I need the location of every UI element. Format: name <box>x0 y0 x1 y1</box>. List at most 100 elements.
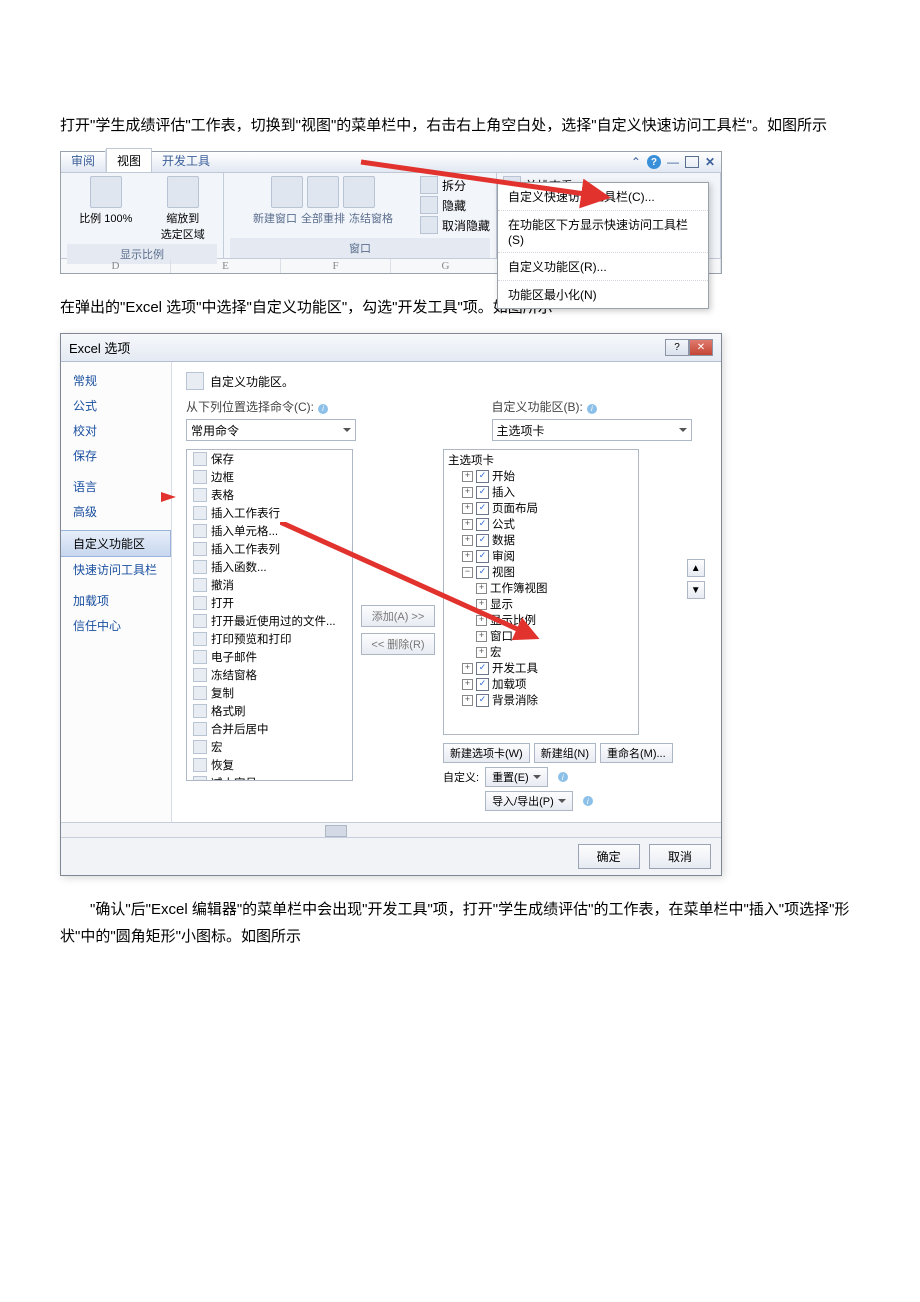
command-list-item[interactable]: 减小字号 <box>187 774 352 781</box>
nav-advanced[interactable]: 高级 <box>61 499 171 524</box>
command-list-item[interactable]: 边框 <box>187 468 352 486</box>
checkbox-bg-remove[interactable]: ✓ <box>476 694 489 707</box>
expand-icon[interactable]: + <box>476 615 487 626</box>
choose-commands-from-select[interactable]: 常用命令 <box>186 419 356 441</box>
expand-icon[interactable]: + <box>476 583 487 594</box>
command-list-item[interactable]: 电子邮件 <box>187 648 352 666</box>
expand-icon[interactable]: + <box>462 695 473 706</box>
window-controls: ⌃ ? — ✕ <box>631 155 715 169</box>
dialog-help-button[interactable]: ? <box>665 339 689 356</box>
command-icon <box>193 614 207 628</box>
tab-view[interactable]: 视图 <box>106 148 152 172</box>
command-list-item[interactable]: 撤消 <box>187 576 352 594</box>
unhide-icon[interactable] <box>420 216 438 234</box>
reset-button[interactable]: 重置(E) <box>485 767 548 787</box>
help-icon[interactable]: ? <box>647 155 661 169</box>
command-icon <box>193 542 207 556</box>
command-icon <box>193 758 207 772</box>
command-list-item[interactable]: 插入工作表行 <box>187 504 352 522</box>
custom-reset-label: 自定义: <box>443 769 479 785</box>
menu-customize-ribbon[interactable]: 自定义功能区(R)... <box>498 253 708 281</box>
expand-icon[interactable]: + <box>462 487 473 498</box>
scrollbar-thumb[interactable] <box>325 825 347 837</box>
zoom-icon[interactable] <box>90 176 122 208</box>
minimize-ribbon-icon[interactable]: ⌃ <box>631 155 641 169</box>
command-list-item[interactable]: 插入单元格... <box>187 522 352 540</box>
expand-icon[interactable]: + <box>476 631 487 642</box>
checkbox-review[interactable]: ✓ <box>476 550 489 563</box>
cancel-button[interactable]: 取消 <box>649 844 711 869</box>
nav-qat[interactable]: 快速访问工具栏 <box>61 557 171 582</box>
nav-customize-ribbon[interactable]: 自定义功能区 <box>61 530 171 557</box>
command-list-item[interactable]: 插入函数... <box>187 558 352 576</box>
add-button[interactable]: 添加(A) >> <box>361 605 435 627</box>
restore-window-icon[interactable] <box>685 156 699 168</box>
menu-minimize-ribbon[interactable]: 功能区最小化(N) <box>498 281 708 308</box>
command-listbox[interactable]: 保存边框表格插入工作表行插入单元格...插入工作表列插入函数...撤消打开打开最… <box>186 449 353 781</box>
expand-icon[interactable]: + <box>462 503 473 514</box>
nav-formulas[interactable]: 公式 <box>61 393 171 418</box>
expand-icon[interactable]: + <box>462 679 473 690</box>
command-list-item[interactable]: 宏 <box>187 738 352 756</box>
command-list-item[interactable]: 打开 <box>187 594 352 612</box>
horizontal-scrollbar[interactable] <box>61 822 721 837</box>
checkbox-insert[interactable]: ✓ <box>476 486 489 499</box>
move-up-button[interactable]: ▲ <box>687 559 705 577</box>
expand-icon[interactable]: + <box>476 647 487 658</box>
command-list-item[interactable]: 格式刷 <box>187 702 352 720</box>
checkbox-developer[interactable]: ✓ <box>476 662 489 675</box>
command-list-item[interactable]: 表格 <box>187 486 352 504</box>
new-tab-button[interactable]: 新建选项卡(W) <box>443 743 530 763</box>
command-list-item[interactable]: 恢复 <box>187 756 352 774</box>
tab-review[interactable]: 审阅 <box>61 149 106 172</box>
close-window-icon[interactable]: ✕ <box>705 155 715 169</box>
instruction-paragraph-2: 在弹出的"Excel 选项"中选择"自定义功能区"，勾选"开发工具"项。如图所示 <box>60 294 860 321</box>
checkbox-data[interactable]: ✓ <box>476 534 489 547</box>
checkbox-page-layout[interactable]: ✓ <box>476 502 489 515</box>
dialog-close-button[interactable]: ✕ <box>689 339 713 356</box>
customize-ribbon-label: 自定义功能区(B):i <box>492 398 708 415</box>
expand-icon[interactable]: + <box>462 471 473 482</box>
tab-developer[interactable]: 开发工具 <box>152 149 220 172</box>
command-list-item[interactable]: 合并后居中 <box>187 720 352 738</box>
collapse-icon[interactable]: − <box>462 567 473 578</box>
checkbox-formulas[interactable]: ✓ <box>476 518 489 531</box>
nav-save[interactable]: 保存 <box>61 443 171 468</box>
command-list-item[interactable]: 插入工作表列 <box>187 540 352 558</box>
chevron-down-icon <box>679 428 687 432</box>
col-g: G <box>391 259 501 273</box>
checkbox-view[interactable]: ✓ <box>476 566 489 579</box>
nav-trust-center[interactable]: 信任中心 <box>61 613 171 638</box>
expand-icon[interactable]: + <box>462 551 473 562</box>
remove-button[interactable]: << 删除(R) <box>361 633 435 655</box>
command-icon <box>193 452 207 466</box>
nav-addins[interactable]: 加载项 <box>61 588 171 613</box>
nav-general[interactable]: 常规 <box>61 368 171 393</box>
command-list-item[interactable]: 打开最近使用过的文件... <box>187 612 352 630</box>
tree-root-main-tabs: 主选项卡 <box>446 452 636 468</box>
import-export-button[interactable]: 导入/导出(P) <box>485 791 573 811</box>
nav-proofing[interactable]: 校对 <box>61 418 171 443</box>
expand-icon[interactable]: + <box>462 663 473 674</box>
customize-ribbon-select[interactable]: 主选项卡 <box>492 419 692 441</box>
command-list-item[interactable]: 保存 <box>187 450 352 468</box>
expand-icon[interactable]: + <box>462 519 473 530</box>
checkbox-addins[interactable]: ✓ <box>476 678 489 691</box>
command-list-item[interactable]: 冻结窗格 <box>187 666 352 684</box>
new-group-button[interactable]: 新建组(N) <box>534 743 596 763</box>
command-list-item[interactable]: 复制 <box>187 684 352 702</box>
expand-icon[interactable]: + <box>462 535 473 546</box>
ok-button[interactable]: 确定 <box>578 844 640 869</box>
minimize-window-icon[interactable]: — <box>667 155 679 169</box>
menu-show-qat-below[interactable]: 在功能区下方显示快速访问工具栏(S) <box>498 211 708 253</box>
rename-button[interactable]: 重命名(M)... <box>600 743 673 763</box>
zoom-to-selection-icon[interactable] <box>167 176 199 208</box>
new-window-icon[interactable] <box>271 176 303 208</box>
checkbox-home[interactable]: ✓ <box>476 470 489 483</box>
command-list-item[interactable]: 打印预览和打印 <box>187 630 352 648</box>
move-down-button[interactable]: ▼ <box>687 581 705 599</box>
ribbon-tree[interactable]: 主选项卡 +✓开始 +✓插入 +✓页面布局 +✓公式 +✓数据 +✓审阅 −✓视… <box>443 449 639 735</box>
nav-language[interactable]: 语言 <box>61 474 171 499</box>
expand-icon[interactable]: + <box>476 599 487 610</box>
arrange-all-icon[interactable] <box>307 176 339 208</box>
